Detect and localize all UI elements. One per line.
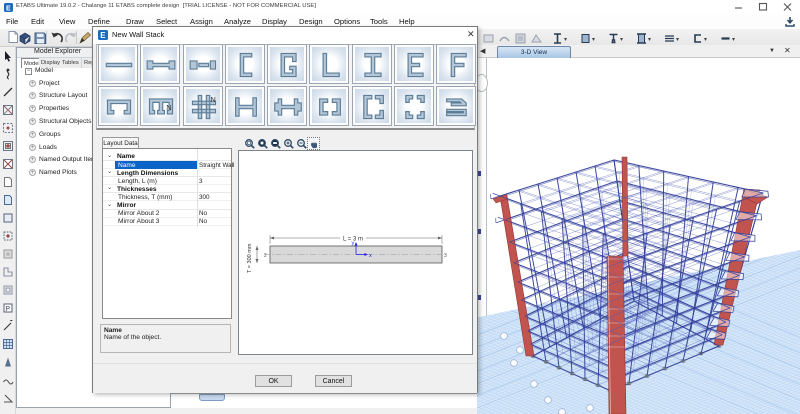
svg-text:N: N bbox=[166, 102, 171, 111]
svg-text:E: E bbox=[6, 6, 11, 13]
svg-text:y: y bbox=[352, 241, 355, 247]
svg-text:T = 300 mm: T = 300 mm bbox=[247, 243, 253, 273]
svg-text:2: 2 bbox=[264, 253, 267, 259]
svg-text:P: P bbox=[5, 306, 10, 313]
svg-text:x: x bbox=[369, 253, 372, 259]
svg-text:E: E bbox=[100, 31, 106, 40]
svg-text:3: 3 bbox=[444, 253, 447, 259]
svg-text:N: N bbox=[210, 94, 215, 103]
